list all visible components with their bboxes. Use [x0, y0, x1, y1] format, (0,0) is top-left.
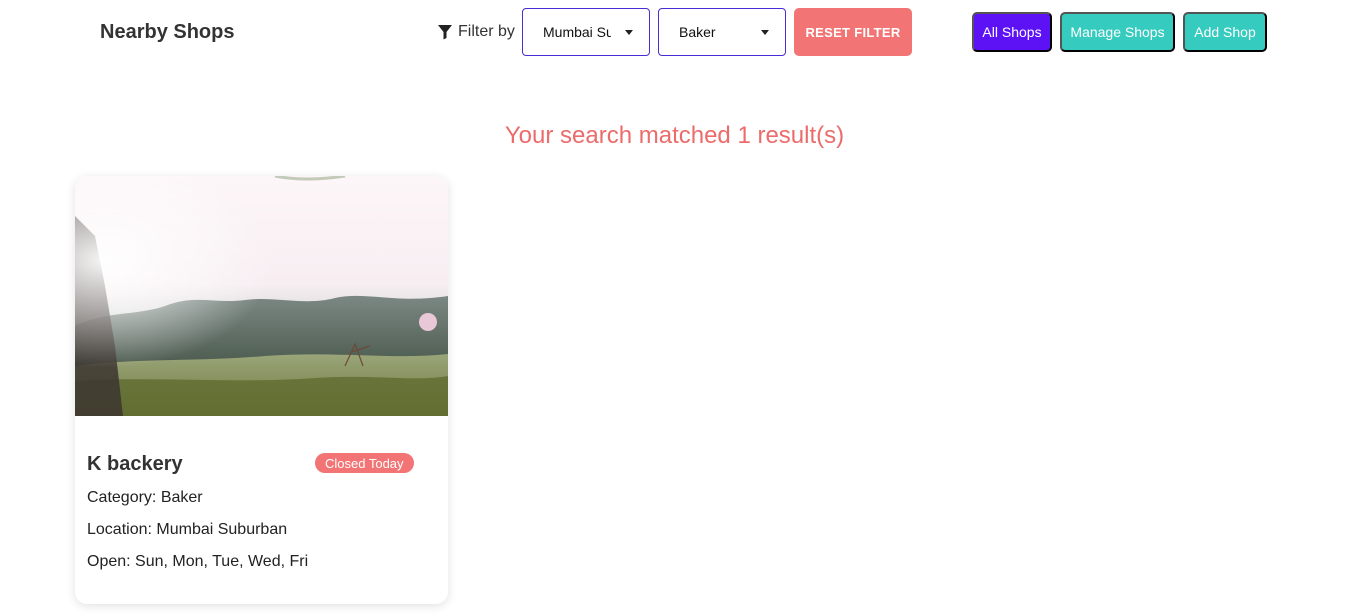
- shop-open-days: Open: Sun, Mon, Tue, Wed, Fri: [87, 553, 309, 570]
- shop-category: Category: Baker: [87, 489, 203, 506]
- results-summary: Your search matched 1 result(s): [504, 122, 845, 149]
- brand-title[interactable]: Nearby Shops: [100, 21, 234, 44]
- shop-card[interactable]: K backery Closed Today Category: Baker L…: [75, 176, 448, 604]
- all-shops-button[interactable]: All Shops: [972, 12, 1052, 52]
- shop-photo: [75, 176, 448, 416]
- category-select-value: Baker: [679, 24, 716, 40]
- location-select-value: Mumbai Suburban: [543, 24, 611, 40]
- status-badge: Closed Today: [315, 453, 414, 473]
- chevron-down-icon: [625, 30, 633, 35]
- reset-filter-button[interactable]: RESET FILTER: [794, 8, 912, 56]
- filter-label-text: Filter by: [458, 23, 515, 40]
- chevron-down-icon: [761, 30, 769, 35]
- shop-name[interactable]: K backery: [87, 453, 183, 476]
- add-shop-button[interactable]: Add Shop: [1183, 12, 1267, 52]
- manage-shops-button[interactable]: Manage Shops: [1060, 12, 1175, 52]
- filter-label: Filter by: [437, 23, 515, 41]
- navbar: Nearby Shops Filter by Mumbai Suburban B…: [0, 0, 1349, 68]
- location-select[interactable]: Mumbai Suburban: [522, 8, 650, 56]
- filter-funnel-icon: [438, 25, 452, 40]
- shop-location: Location: Mumbai Suburban: [87, 521, 288, 538]
- category-select[interactable]: Baker: [658, 8, 786, 56]
